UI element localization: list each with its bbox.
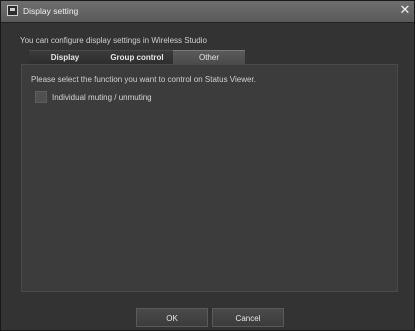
app-icon: [7, 5, 18, 16]
ok-button[interactable]: OK: [136, 308, 208, 327]
tab-display[interactable]: Display: [29, 50, 101, 64]
tab-bar: Display Group control Other: [29, 50, 245, 64]
tab-other[interactable]: Other: [173, 50, 245, 64]
tab-group-control[interactable]: Group control: [101, 50, 173, 64]
individual-muting-label[interactable]: Individual muting / unmuting: [52, 93, 152, 102]
close-icon[interactable]: ✕: [398, 3, 412, 17]
individual-muting-checkbox[interactable]: [35, 91, 47, 103]
title-bar[interactable]: Display setting ✕: [1, 1, 414, 23]
intro-text: You can configure display settings in Wi…: [20, 36, 207, 45]
window-title: Display setting: [23, 6, 79, 16]
cancel-button[interactable]: Cancel: [212, 308, 284, 327]
display-setting-dialog: Display setting ✕ You can configure disp…: [0, 0, 415, 331]
panel-description: Please select the function you want to c…: [31, 75, 256, 84]
